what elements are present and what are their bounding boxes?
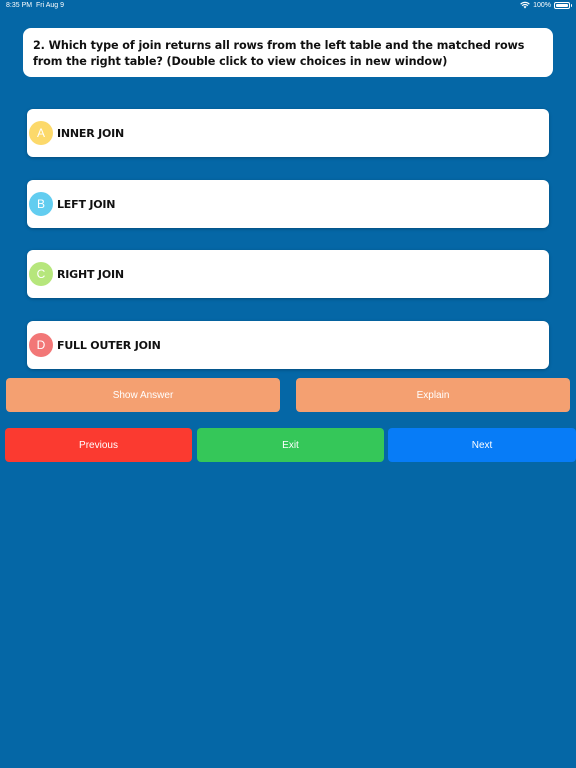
choice-b-label: LEFT JOIN [57, 197, 116, 211]
battery-icon [554, 1, 572, 9]
next-button[interactable]: Next [388, 428, 576, 462]
status-time: 8:35 PM [6, 2, 33, 9]
choice-d-label: FULL OUTER JOIN [57, 338, 161, 352]
choice-b[interactable]: B LEFT JOIN [27, 180, 549, 228]
choice-a[interactable]: A INNER JOIN [27, 109, 549, 157]
question-text: 2. Which type of join returns all rows f… [33, 39, 525, 68]
status-bar: 8:35 PM Fri Aug 9 100% [0, 0, 576, 12]
choice-a-badge: A [29, 121, 53, 145]
choice-c-label: RIGHT JOIN [57, 267, 124, 281]
choice-c-badge: C [29, 262, 53, 286]
choice-d-badge: D [29, 333, 53, 357]
choice-a-label: INNER JOIN [57, 126, 125, 140]
exit-button[interactable]: Exit [197, 428, 384, 462]
choice-c[interactable]: C RIGHT JOIN [27, 250, 549, 298]
wifi-icon [520, 1, 530, 9]
question-card[interactable]: 2. Which type of join returns all rows f… [23, 28, 553, 77]
explain-button[interactable]: Explain [296, 378, 570, 412]
status-date: Fri Aug 9 [36, 2, 65, 9]
choice-d[interactable]: D FULL OUTER JOIN [27, 321, 549, 369]
status-indicators: 100% [520, 1, 572, 9]
previous-button[interactable]: Previous [5, 428, 192, 462]
show-answer-button[interactable]: Show Answer [6, 378, 280, 412]
battery-percent: 100% [533, 1, 551, 9]
choice-b-badge: B [29, 192, 53, 216]
